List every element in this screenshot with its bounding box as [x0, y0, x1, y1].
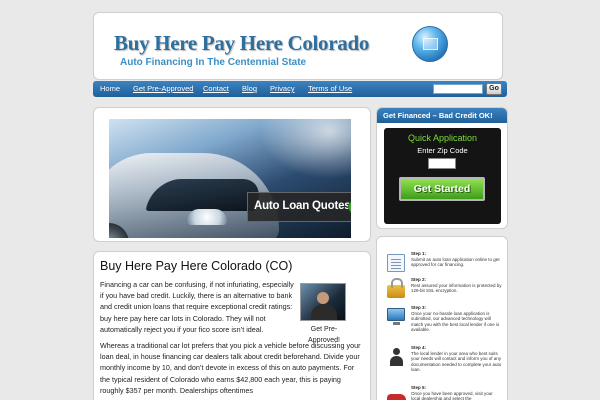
- form-icon: [387, 254, 405, 272]
- article-title: Buy Here Pay Here Colorado (CO): [100, 259, 293, 273]
- step-item: Step 3: Once your no-hassle loan applicat…: [377, 305, 507, 335]
- nav-privacy[interactable]: Privacy: [270, 84, 295, 93]
- site-header: Buy Here Pay Here Colorado Auto Financin…: [93, 12, 503, 80]
- person-torso: [311, 304, 337, 320]
- step-label: Step 3:: [411, 305, 427, 310]
- nav-blog[interactable]: Blog: [242, 84, 257, 93]
- step-text: Step 3: Once your no-hassle loan applicat…: [411, 305, 503, 333]
- quick-application-widget: Get Financed – Bad Credit OK! Quick Appl…: [376, 107, 508, 229]
- person-head: [317, 292, 329, 304]
- step-item: Step 2: Rest assured your information is …: [377, 277, 507, 307]
- auto-loan-quotes-label: Auto Loan Quotes: [254, 200, 351, 212]
- zip-code-input[interactable]: [428, 158, 456, 169]
- pre-approved-photo[interactable]: [300, 283, 346, 321]
- step-item: Step 5: Once you have been approved, visi…: [377, 385, 507, 400]
- step-description: Once your no-hassle loan application is …: [411, 310, 500, 333]
- lock-icon: [387, 278, 405, 298]
- car-wheel: [109, 223, 129, 238]
- car-icon: [387, 388, 406, 400]
- step-text: Step 5: Once you have been approved, visi…: [411, 385, 503, 400]
- step-item: Step 4: The local lender in your area who…: [377, 345, 507, 375]
- step-description: Once you have been approved, visit your …: [411, 390, 493, 400]
- light-glare: [259, 119, 351, 179]
- nav-contact[interactable]: Contact: [203, 84, 229, 93]
- step-label: Step 1:: [411, 251, 427, 256]
- step-label: Step 4:: [411, 345, 427, 350]
- auto-loan-quotes-button[interactable]: Auto Loan Quotes: [247, 192, 351, 222]
- featured-slider: Auto Loan Quotes: [93, 107, 371, 242]
- step-label: Step 5:: [411, 385, 427, 390]
- car-window: [145, 179, 263, 211]
- steps-widget: Step 1: Submit an auto loan application o…: [376, 236, 508, 400]
- step-text: Step 1: Submit an auto loan application o…: [411, 251, 503, 268]
- site-title[interactable]: Buy Here Pay Here Colorado: [114, 31, 369, 56]
- get-started-button[interactable]: Get Started: [399, 177, 485, 201]
- nav-home[interactable]: Home: [100, 84, 120, 93]
- article-paragraph-2: Whereas a traditional car lot prefers th…: [100, 341, 361, 395]
- widget-heading: Get Financed – Bad Credit OK!: [377, 108, 507, 123]
- pre-approved-card[interactable]: Get Pre-Approved!: [300, 283, 348, 345]
- step-description: The local lender in your area who best s…: [411, 350, 502, 373]
- search-go-button[interactable]: Go: [486, 83, 502, 95]
- site-tagline: Auto Financing In The Centennial State: [120, 57, 307, 68]
- car-headlight: [187, 209, 227, 225]
- nav-terms-of-use[interactable]: Terms of Use: [308, 84, 352, 93]
- step-text: Step 4: The local lender in your area who…: [411, 345, 503, 373]
- step-description: Submit an auto loan application online t…: [411, 256, 500, 268]
- main-article: Buy Here Pay Here Colorado (CO) Financin…: [93, 251, 371, 400]
- car-photo[interactable]: Auto Loan Quotes: [109, 119, 351, 238]
- person-icon: [387, 348, 405, 366]
- globe-icon: [412, 26, 448, 62]
- quick-application-form: Quick Application Enter Zip Code Get Sta…: [384, 128, 501, 224]
- main-nav: Home Get Pre-Approved Contact Blog Priva…: [93, 81, 507, 97]
- step-text: Step 2: Rest assured your information is …: [411, 277, 503, 294]
- nav-get-pre-approved[interactable]: Get Pre-Approved: [133, 84, 193, 93]
- zip-code-label: Enter Zip Code: [417, 146, 468, 155]
- quick-application-title: Quick Application: [407, 133, 478, 143]
- step-label: Step 2:: [411, 277, 427, 282]
- search-input[interactable]: [433, 84, 483, 94]
- article-paragraph-1: Financing a car can be confusing, if not…: [100, 280, 294, 334]
- monitor-icon: [387, 308, 405, 325]
- step-description: Rest assured your information is protect…: [411, 282, 502, 294]
- globe-highlight: [423, 38, 438, 50]
